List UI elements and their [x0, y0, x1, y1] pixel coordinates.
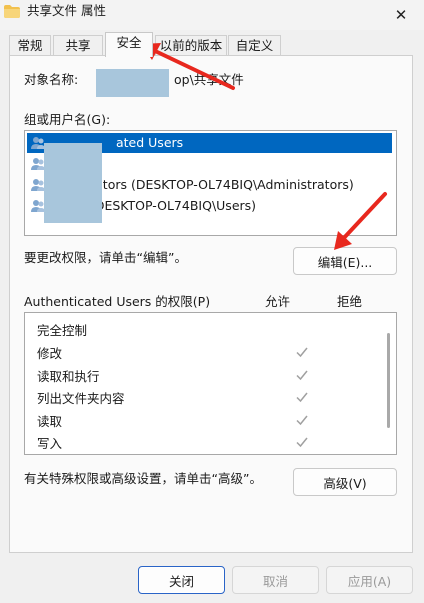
close-icon: ✕: [394, 6, 408, 24]
folder-icon: [4, 5, 20, 18]
annotation-arrow-icon: [334, 192, 387, 250]
permissions-scrollbar[interactable]: [387, 333, 390, 428]
permission-row: 读取: [37, 411, 387, 429]
check-icon: [296, 392, 308, 403]
permissions-list[interactable]: 完全控制 修改 读取和执行 列出文件夹内容 读取 写入: [24, 312, 397, 455]
apply-button[interactable]: 应用(A): [326, 566, 413, 594]
permission-row: 完全控制: [37, 323, 88, 338]
permission-row: 列出文件夹内容: [37, 388, 387, 406]
permission-row: 写入: [37, 433, 387, 451]
permission-row: 修改: [37, 343, 387, 361]
check-icon: [296, 370, 308, 381]
window-title: 共享文件 属性: [27, 3, 106, 18]
user-group-icon: [31, 158, 45, 170]
check-icon: [296, 347, 308, 358]
user-group-icon: [31, 179, 45, 191]
tab-security[interactable]: 安全: [105, 32, 153, 57]
groups-label: 组或用户名(G):: [24, 112, 111, 127]
advanced-button[interactable]: 高级(V): [293, 468, 397, 496]
tab-sharing[interactable]: 共享: [53, 35, 103, 56]
close-window-button[interactable]: ✕: [378, 0, 424, 30]
security-panel: 对象名称: op\共享文件 组或用户名(G): ated Users rator…: [9, 55, 413, 553]
title-bar: 共享文件 属性 ✕: [0, 0, 424, 30]
object-name-label: 对象名称:: [24, 72, 79, 87]
close-button[interactable]: 关闭: [138, 566, 225, 594]
tab-general[interactable]: 常规: [9, 35, 51, 56]
permission-row: 读取和执行: [37, 366, 387, 384]
check-icon: [296, 415, 308, 426]
user-group-icon: [31, 137, 45, 149]
allow-column-header: 允许: [265, 294, 291, 309]
permissions-header: Authenticated Users 的权限(P): [24, 294, 211, 309]
user-group-icon: [31, 200, 45, 212]
redaction-patch-users: [44, 143, 102, 223]
advanced-hint: 有关特殊权限或高级设置，请单击“高级”。: [24, 471, 262, 486]
deny-column-header: 拒绝: [337, 294, 363, 309]
edit-hint: 要更改权限，请单击“编辑”。: [24, 250, 187, 265]
cancel-button[interactable]: 取消: [232, 566, 319, 594]
check-icon: [296, 437, 308, 448]
